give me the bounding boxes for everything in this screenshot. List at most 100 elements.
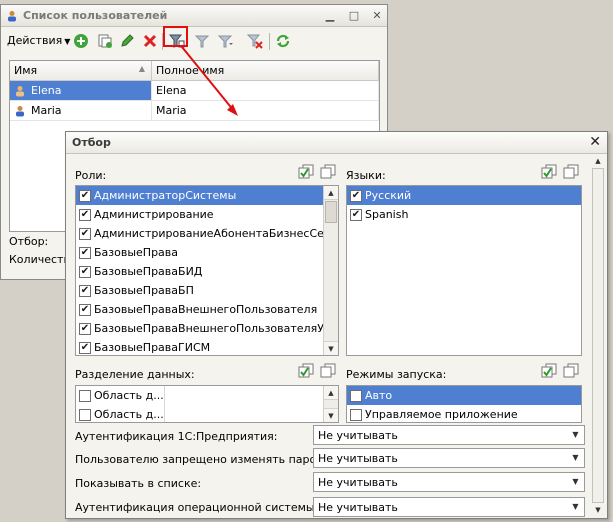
- checkbox[interactable]: ✔: [79, 341, 91, 354]
- checkbox[interactable]: [79, 389, 91, 402]
- dialog-titlebar[interactable]: Отбор ✕: [66, 132, 607, 154]
- refresh-icon[interactable]: [275, 33, 291, 49]
- maximize-button[interactable]: □: [347, 9, 361, 22]
- checkbox[interactable]: ✔: [79, 303, 91, 316]
- launch-modes-list: Авто Управляемое приложение: [346, 385, 582, 423]
- checkbox[interactable]: ✔: [79, 284, 91, 297]
- users-icon: [8, 11, 16, 22]
- user-icon: [16, 105, 24, 116]
- chevron-down-icon[interactable]: ▼: [568, 450, 583, 466]
- list-item[interactable]: ✔ БазовыеПрава: [76, 243, 338, 262]
- scroll-up-icon[interactable]: ▲: [324, 386, 338, 400]
- check-all-icon[interactable]: [541, 164, 557, 179]
- filter-history-icon[interactable]: [217, 33, 233, 49]
- clear-filter-icon[interactable]: [247, 33, 263, 49]
- table-header: Имя ▲ Полное имя: [10, 61, 379, 81]
- cell-full-name: Elena: [152, 81, 379, 100]
- languages-list: ✔ Русский ✔ Spanish: [346, 185, 582, 356]
- list-item[interactable]: ✔ Администрирование: [76, 205, 338, 224]
- uncheck-all-icon[interactable]: [563, 363, 579, 378]
- scroll-down-icon[interactable]: ▼: [324, 408, 338, 422]
- chevron-down-icon[interactable]: ▼: [568, 474, 583, 490]
- combo-show-in-list[interactable]: Не учитывать ▼: [313, 472, 585, 492]
- check-all-icon[interactable]: [298, 363, 314, 378]
- delete-icon[interactable]: [142, 33, 158, 49]
- table-row[interactable]: Elena Elena: [10, 81, 379, 101]
- scroll-down-icon[interactable]: ▼: [324, 341, 338, 355]
- list-item[interactable]: ✔ АдминистраторСистемы: [76, 186, 338, 205]
- scroll-up-icon[interactable]: ▲: [324, 186, 338, 200]
- list-item[interactable]: ✔ Spanish: [347, 205, 581, 224]
- roles-scrollbar[interactable]: ▲ ▼: [323, 186, 338, 355]
- checkbox[interactable]: ✔: [79, 189, 91, 202]
- uncheck-all-icon[interactable]: [320, 363, 336, 378]
- list-item[interactable]: Область д...: [76, 405, 165, 422]
- column-header-name[interactable]: Имя ▲: [10, 61, 152, 80]
- data-separation-scrollbar[interactable]: ▲ ▼: [323, 386, 338, 422]
- cell-name: Elena: [10, 81, 152, 100]
- edit-pencil-icon[interactable]: [119, 33, 135, 49]
- languages-buttons: [541, 164, 579, 179]
- scroll-thumb[interactable]: [325, 201, 337, 223]
- list-item[interactable]: ✔ АдминистрированиеАбонентаБизнесСеть: [76, 224, 338, 243]
- filter-by-value-icon[interactable]: [194, 33, 210, 49]
- roles-list: ✔ АдминистраторСистемы ✔ Администрирование…: [75, 185, 339, 356]
- checkbox[interactable]: [350, 408, 362, 421]
- combo-os-auth[interactable]: Не учитывать ▼: [313, 497, 585, 517]
- window-titlebar[interactable]: Список пользователей ▁ □ ✕: [1, 5, 387, 27]
- scroll-up-icon[interactable]: ▲: [591, 154, 605, 168]
- list-item[interactable]: Область д...: [76, 386, 165, 405]
- add-icon[interactable]: [73, 33, 89, 49]
- prop-label-show-in-list: Показывать в списке:: [75, 477, 202, 490]
- dialog-scrollbar[interactable]: ▲ ▼: [591, 154, 605, 517]
- users-toolbar: Действия ▼: [1, 27, 387, 55]
- checkbox[interactable]: ✔: [79, 227, 91, 240]
- actions-menu[interactable]: Действия ▼: [7, 34, 70, 47]
- cell-name: Maria: [10, 101, 152, 120]
- column-header-full-name[interactable]: Полное имя: [152, 61, 379, 80]
- filter-label: Отбор:: [9, 235, 49, 248]
- checkbox[interactable]: ✔: [79, 265, 91, 278]
- user-icon: [16, 85, 24, 96]
- checkbox[interactable]: ✔: [79, 322, 91, 335]
- checkbox[interactable]: ✔: [79, 246, 91, 259]
- table-row[interactable]: Maria Maria: [10, 101, 379, 121]
- check-all-icon[interactable]: [541, 363, 557, 378]
- close-button[interactable]: ✕: [370, 9, 384, 22]
- data-separation-list: Область д... Область д... ▲ ▼: [75, 385, 339, 423]
- list-item[interactable]: ✔ БазовыеПраваГИСМ: [76, 338, 338, 355]
- window-title: Список пользователей: [23, 9, 168, 22]
- uncheck-all-icon[interactable]: [563, 164, 579, 179]
- data-separation-label: Разделение данных:: [75, 368, 195, 381]
- launch-modes-buttons: [541, 363, 579, 378]
- list-item[interactable]: Авто: [347, 386, 581, 405]
- list-item[interactable]: Управляемое приложение: [347, 405, 581, 422]
- list-item[interactable]: ✔ БазовыеПраваВнешнегоПользователяУТ: [76, 319, 338, 338]
- copy-icon[interactable]: [97, 33, 113, 49]
- uncheck-all-icon[interactable]: [320, 164, 336, 179]
- chevron-down-icon[interactable]: ▼: [568, 499, 583, 515]
- scroll-down-icon[interactable]: ▼: [591, 503, 605, 517]
- list-item[interactable]: ✔ БазовыеПраваБИД: [76, 262, 338, 281]
- checkbox[interactable]: ✔: [350, 189, 362, 202]
- minimize-button[interactable]: ▁: [323, 9, 337, 22]
- combo-password-change[interactable]: Не учитывать ▼: [313, 448, 585, 468]
- checkbox[interactable]: [79, 408, 91, 421]
- check-all-icon[interactable]: [298, 164, 314, 179]
- scroll-thumb[interactable]: [592, 168, 604, 503]
- cell-full-name: Maria: [152, 101, 379, 120]
- checkbox[interactable]: ✔: [79, 208, 91, 221]
- data-separation-buttons: [298, 363, 336, 378]
- list-item[interactable]: ✔ БазовыеПраваБП: [76, 281, 338, 300]
- checkbox[interactable]: ✔: [350, 208, 362, 221]
- combo-1c-auth[interactable]: Не учитывать ▼: [313, 425, 585, 445]
- list-item[interactable]: ✔ Русский: [347, 186, 581, 205]
- dialog-title: Отбор: [72, 136, 111, 149]
- close-icon[interactable]: ✕: [589, 134, 601, 150]
- list-item[interactable]: ✔ БазовыеПраваВнешнегоПользователя: [76, 300, 338, 319]
- chevron-down-icon[interactable]: ▼: [568, 427, 583, 443]
- filter-dialog: Отбор ✕ Роли: ✔ АдминистраторСистемы ✔ Адм…: [65, 131, 608, 519]
- highlight-box: [163, 26, 188, 47]
- checkbox[interactable]: [350, 389, 362, 402]
- prop-label-os-auth: Аутентификация операционной системы:: [75, 501, 319, 514]
